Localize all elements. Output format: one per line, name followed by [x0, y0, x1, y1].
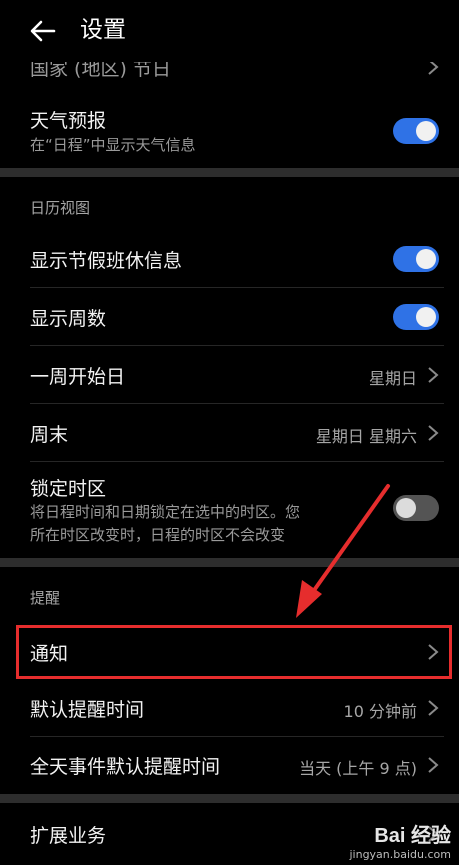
watermark-url: jingyan.baidu.com: [349, 848, 451, 861]
watermark: Bai 经验 jingyan.baidu.com: [349, 819, 451, 861]
page-title: 设置: [80, 17, 126, 43]
annotation-arrow-icon: [296, 484, 390, 618]
app-header: 设置: [0, 0, 459, 62]
back-arrow-icon[interactable]: [28, 16, 58, 46]
watermark-logo: Bai 经验: [374, 825, 451, 847]
